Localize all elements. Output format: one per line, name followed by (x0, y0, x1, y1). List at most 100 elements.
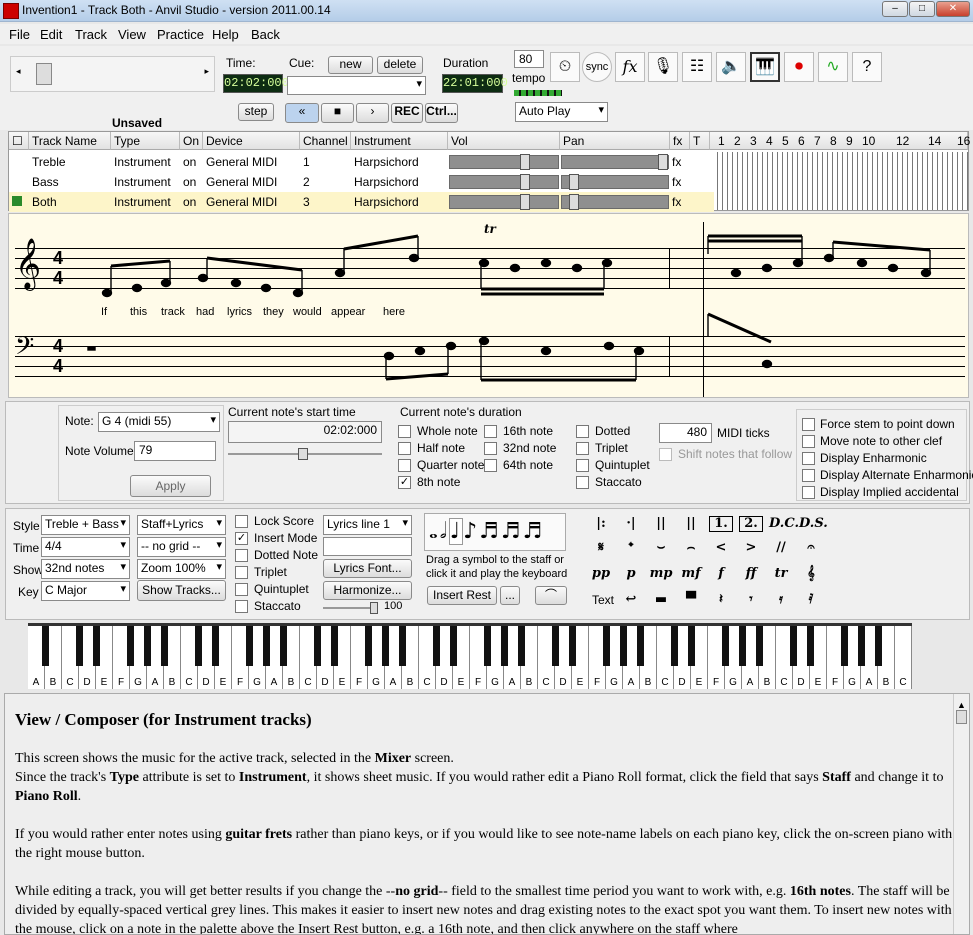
staccato-mode-checkbox[interactable] (235, 600, 248, 613)
quarter-note-icon[interactable]: ♩ (448, 518, 464, 545)
piano-black-key[interactable] (551, 626, 559, 666)
cue-select[interactable] (287, 76, 426, 95)
step-button[interactable]: step (238, 103, 274, 121)
staff-select[interactable]: Staff+Lyrics (137, 515, 226, 535)
track-row[interactable]: Bass Instrument on General MIDI 2 Harpsichord… (9, 172, 714, 192)
piano-black-key[interactable] (483, 626, 491, 666)
decrescendo-symbol[interactable]: > (739, 537, 763, 559)
track-device-cell[interactable]: General MIDI (206, 155, 277, 169)
repeat-end-symbol[interactable]: ·| (619, 513, 643, 535)
track-name-cell[interactable]: Treble (32, 155, 66, 169)
header-t[interactable]: T (690, 132, 710, 150)
dynamic-ff[interactable]: ff (739, 563, 763, 585)
lyrics-line-select[interactable]: Lyrics line 1 (323, 515, 412, 535)
piano-black-key[interactable] (806, 626, 814, 666)
insert-rest-button[interactable]: Insert Rest (427, 586, 497, 605)
header-instrument[interactable]: Instrument (351, 132, 448, 150)
play-button[interactable]: › (356, 103, 389, 123)
speaker-icon[interactable]: 🔈 (716, 52, 746, 82)
slider-knob[interactable] (520, 194, 530, 210)
track-row[interactable]: Both Instrument on General MIDI 3 Harpsichord… (9, 192, 714, 212)
track-name-cell[interactable]: Both (32, 195, 57, 209)
note-palette[interactable]: 𝅝𝅗𝅥♩♪♬♬♬ (424, 513, 566, 551)
slider-knob[interactable] (520, 154, 530, 170)
whole-note-checkbox[interactable] (398, 425, 411, 438)
piano-black-key[interactable] (279, 626, 287, 666)
tie-tool-button[interactable]: ⌒ (535, 586, 567, 605)
sixteenth-note-checkbox[interactable] (484, 425, 497, 438)
track-fx-cell[interactable]: fx (672, 155, 681, 169)
tempo-input[interactable]: 80 (514, 50, 544, 68)
piano-black-key[interactable] (398, 626, 406, 666)
position-scrollbar[interactable]: ◂ ▸ (10, 56, 215, 92)
header-channel[interactable]: Channel (300, 132, 351, 150)
time-sig-select[interactable]: 4/4 (41, 537, 130, 557)
track-overview[interactable] (715, 152, 968, 210)
triplet-checkbox[interactable] (576, 442, 589, 455)
eighth-note-checkbox[interactable]: ✓ (398, 476, 411, 489)
piano-black-key[interactable] (92, 626, 100, 666)
track-device-cell[interactable]: General MIDI (206, 175, 277, 189)
header-pan[interactable]: Pan (560, 132, 670, 150)
track-type-cell[interactable]: Instrument (114, 155, 171, 169)
coda-symbol[interactable]: 𝄌 (619, 537, 643, 559)
piano-black-key[interactable] (41, 626, 49, 666)
track-instrument-cell[interactable]: Harpsichord (354, 175, 419, 189)
header-device[interactable]: Device (203, 132, 300, 150)
piano-black-key[interactable] (262, 626, 270, 666)
second-ending-symbol[interactable]: 2. (739, 516, 763, 532)
slider-knob[interactable] (658, 154, 668, 170)
waveform-icon[interactable]: ∿ (818, 52, 848, 82)
piano-black-key[interactable] (874, 626, 882, 666)
track-on-cell[interactable]: on (183, 175, 196, 189)
track-pan-slider[interactable] (561, 194, 669, 210)
quarter-note-checkbox[interactable] (398, 459, 411, 472)
half-note-checkbox[interactable] (398, 442, 411, 455)
whole-rest-icon[interactable]: ▬ (649, 589, 673, 611)
header-type[interactable]: Type (111, 132, 180, 150)
caesura-symbol[interactable]: // (769, 537, 793, 559)
harmonize-slider[interactable] (323, 602, 378, 614)
slur-up-symbol[interactable]: ⌢ (679, 537, 703, 559)
record-button[interactable]: REC (391, 103, 423, 123)
scroll-left-icon[interactable]: ◂ (16, 66, 21, 77)
first-ending-symbol[interactable]: 1. (709, 516, 733, 532)
track-fx-cell[interactable]: fx (672, 195, 681, 209)
eighth-rest-icon[interactable]: 𝄾 (739, 589, 763, 611)
menu-track[interactable]: Track (75, 27, 107, 42)
new-cue-button[interactable]: new (328, 56, 373, 74)
repeat-start-symbol[interactable]: |: (589, 513, 613, 535)
style-select[interactable]: Treble + Bass (41, 515, 130, 535)
slider-knob[interactable] (520, 174, 530, 190)
staccato-checkbox[interactable] (576, 476, 589, 489)
menu-practice[interactable]: Practice (157, 27, 204, 42)
half-note-icon[interactable]: 𝅗𝅥 (440, 519, 449, 544)
fermata-symbol[interactable]: 𝄐 (799, 537, 823, 559)
whole-note-icon[interactable]: 𝅝 (429, 519, 440, 544)
piano-black-key[interactable] (789, 626, 797, 666)
eighth-note-icon[interactable]: ♪ (463, 519, 479, 544)
piano-black-key[interactable] (143, 626, 151, 666)
track-name-cell[interactable]: Bass (32, 175, 59, 189)
piano-black-key[interactable] (364, 626, 372, 666)
track-channel-cell[interactable]: 3 (303, 195, 310, 209)
ctrl-button[interactable]: Ctrl... (425, 103, 458, 123)
piano-black-key[interactable] (211, 626, 219, 666)
slur-down-symbol[interactable]: ⌣ (649, 537, 673, 559)
piano-black-key[interactable] (330, 626, 338, 666)
track-instrument-cell[interactable]: Harpsichord (354, 195, 419, 209)
track-fx-cell[interactable]: fx (672, 175, 681, 189)
quintuplet-mode-checkbox[interactable] (235, 583, 248, 596)
da-capo-symbol[interactable]: D.C. (769, 513, 799, 535)
thirtysecond-rest-icon[interactable]: 𝅀 (799, 589, 823, 611)
header-vol[interactable]: Vol (448, 132, 560, 150)
key-select[interactable]: C Major (41, 581, 130, 601)
help-scrollbar[interactable]: ▲ (953, 694, 969, 934)
track-select-indicator[interactable] (12, 156, 22, 166)
final-bar-symbol[interactable]: || (679, 513, 703, 535)
track-type-cell[interactable]: Instrument (114, 175, 171, 189)
clef-symbol[interactable]: 𝄞 (799, 563, 823, 585)
help-icon[interactable]: ? (852, 52, 882, 82)
quintuplet-checkbox[interactable] (576, 459, 589, 472)
menu-view[interactable]: View (118, 27, 146, 42)
